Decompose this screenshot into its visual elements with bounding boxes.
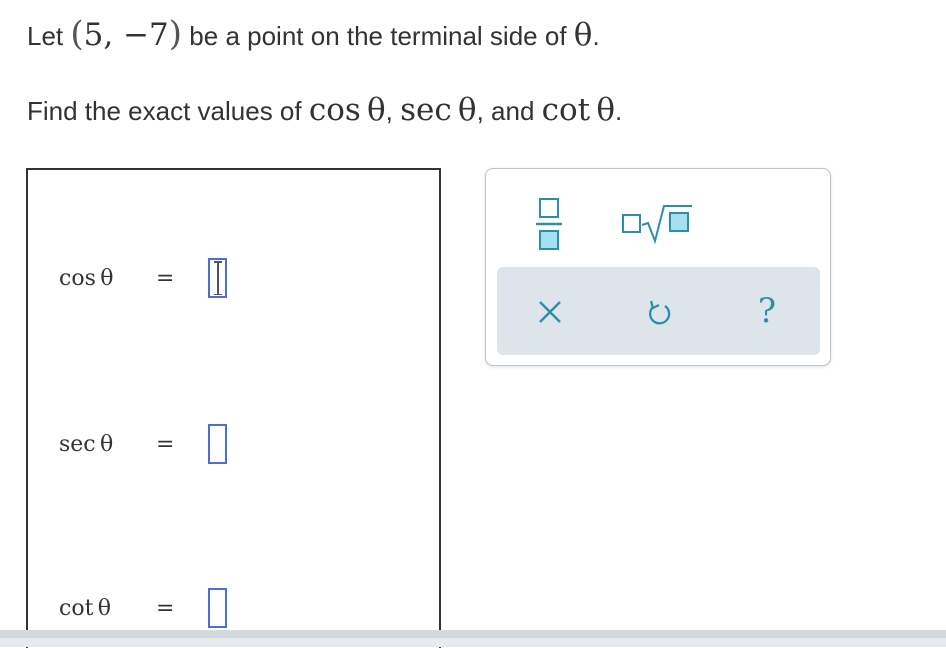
sqrt-icon bbox=[622, 205, 692, 245]
cot-label: cot θ bbox=[59, 596, 112, 621]
math-tool-palette: ? bbox=[485, 168, 831, 366]
question-prefix: Let bbox=[27, 21, 64, 51]
text-cursor bbox=[214, 261, 221, 295]
instruction-period: . bbox=[615, 96, 623, 126]
fraction-icon bbox=[536, 198, 562, 250]
question-line-2: Find the exact values of cos θ, sec θ, a… bbox=[27, 93, 622, 128]
horizontal-scrollbar[interactable] bbox=[0, 630, 946, 647]
help-button[interactable]: ? bbox=[754, 291, 780, 331]
equals-sign: = bbox=[156, 596, 175, 621]
question-period: . bbox=[592, 21, 600, 51]
cos-answer-input[interactable] bbox=[208, 258, 227, 298]
cot-answer-input[interactable] bbox=[208, 588, 227, 628]
cos-theta-term: cos θ bbox=[308, 92, 386, 128]
cos-answer-row: cos θ = bbox=[28, 258, 428, 302]
sec-theta-term: sec θ bbox=[400, 92, 477, 128]
fraction-button[interactable] bbox=[534, 195, 564, 255]
sec-answer-row: sec θ = bbox=[28, 424, 428, 468]
instruction-prefix: Find the exact values of bbox=[27, 96, 302, 126]
point-close-paren: ) bbox=[168, 14, 183, 54]
cos-label: cos θ bbox=[59, 266, 114, 291]
undo-icon bbox=[648, 300, 671, 325]
sec-label: sec θ bbox=[59, 432, 114, 457]
undo-button[interactable] bbox=[644, 297, 672, 327]
equals-sign: = bbox=[156, 266, 175, 291]
theta-symbol: θ bbox=[573, 17, 593, 53]
cot-theta-term: cot θ bbox=[541, 92, 615, 128]
clear-button[interactable] bbox=[537, 299, 563, 325]
equals-sign: = bbox=[156, 432, 175, 457]
answer-panel: cos θ = sec θ = cot θ = bbox=[26, 168, 441, 648]
sec-answer-input[interactable] bbox=[208, 424, 227, 464]
sqrt-button[interactable] bbox=[620, 201, 694, 245]
action-bar: ? bbox=[497, 267, 820, 355]
comma-separator: , bbox=[385, 96, 393, 126]
cot-answer-row: cot θ = bbox=[28, 588, 428, 632]
and-separator: , and bbox=[476, 96, 535, 126]
point-coordinates: 5, −7 bbox=[83, 17, 169, 53]
point-open-paren: ( bbox=[70, 14, 84, 54]
question-line-1: Let (5, −7) be a point on the terminal s… bbox=[27, 17, 600, 53]
question-middle-text: be a point on the terminal side of bbox=[189, 21, 567, 51]
clear-icon bbox=[539, 301, 561, 323]
help-icon: ? bbox=[757, 291, 777, 331]
